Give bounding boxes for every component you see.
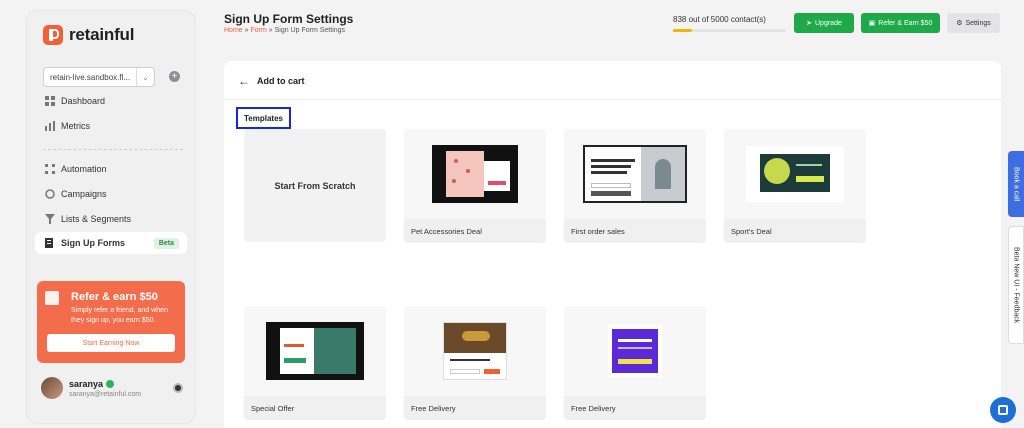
upgrade-button[interactable]: ➤ Upgrade	[794, 13, 854, 33]
back-label: Add to cart	[257, 76, 305, 86]
store-selector-value: retain-live.sandbox.fl...	[50, 72, 131, 82]
sidebar-item-label: Metrics	[61, 121, 90, 131]
add-store-icon[interactable]: +	[169, 71, 180, 82]
feedback-tab[interactable]: Beta New UI - Feedback	[1008, 226, 1024, 344]
contacts-usage-text: 838 out of 5000 contact(s)	[673, 15, 766, 24]
sidebar-item-label: Dashboard	[61, 96, 106, 106]
template-preview-image	[432, 145, 518, 203]
breadcrumb: Home » Form » Sign Up Form Settings	[224, 27, 345, 34]
refer-earn-button[interactable]: ▣ Refer & Earn $50	[861, 13, 940, 33]
user-profile[interactable]: saranya saranya@retainful.com	[41, 377, 141, 399]
referral-card: Refer & earn $50 Simply refer a friend, …	[37, 281, 185, 363]
rocket-icon: ➤	[806, 20, 812, 27]
sidebar-item-lists-segments[interactable]: Lists & Segments	[35, 208, 187, 230]
contacts-progress-bar	[673, 29, 786, 32]
beta-badge: Beta	[153, 237, 179, 249]
logo[interactable]: retainful	[43, 25, 134, 45]
template-card[interactable]: Sport's Deal	[724, 129, 866, 243]
template-name: Pet Accessories Deal	[404, 219, 546, 243]
settings-button[interactable]: ⚙ Settings	[947, 13, 1000, 33]
template-thumbnail	[564, 129, 706, 219]
template-card[interactable]: Pet Accessories Deal	[404, 129, 546, 243]
book-call-tab[interactable]: Book a call	[1008, 151, 1024, 217]
back-arrow-icon[interactable]: ←	[238, 74, 250, 88]
sidebar: retainful retain-live.sandbox.fl... ⌄ + …	[26, 10, 196, 424]
automation-icon	[45, 164, 55, 174]
page-title: Sign Up Form Settings	[224, 12, 354, 26]
template-card[interactable]: First order sales	[564, 129, 706, 243]
retainful-logo-icon	[43, 25, 63, 45]
chevron-down-icon: ⌄	[136, 68, 154, 86]
template-name: First order sales	[564, 219, 706, 243]
store-selector[interactable]: retain-live.sandbox.fl... ⌄	[43, 67, 155, 87]
template-thumbnail	[724, 129, 866, 219]
scratch-label: Start From Scratch	[274, 180, 356, 191]
contacts-progress-fill	[673, 29, 692, 32]
sidebar-divider	[43, 149, 183, 150]
sidebar-item-signup-forms[interactable]: Sign Up Forms Beta	[35, 232, 187, 254]
referral-description: Simply refer a friend, and when they sig…	[71, 307, 168, 324]
settings-label: Settings	[965, 19, 991, 27]
signup-forms-icon	[45, 238, 55, 248]
breadcrumb-home[interactable]: Home	[224, 27, 243, 34]
template-preview-image	[443, 322, 507, 380]
template-name: Free Delivery	[404, 396, 546, 420]
template-card[interactable]: Free Delivery	[564, 306, 706, 420]
dashboard-icon	[45, 96, 55, 106]
gift-icon: ▣	[868, 20, 876, 27]
verified-icon	[106, 379, 115, 388]
start-earning-button[interactable]: Start Earning Now	[47, 334, 175, 352]
template-card[interactable]: Special Offer	[244, 306, 386, 420]
template-thumbnail	[564, 306, 706, 396]
template-preview-image	[266, 322, 364, 380]
metrics-icon	[45, 121, 55, 131]
template-card[interactable]: Free Delivery	[404, 306, 546, 420]
book-call-label: Book a call	[1012, 166, 1020, 202]
referral-title: Refer & earn $50	[71, 291, 158, 303]
main-panel: ← Add to cart Templates Start From Scrat…	[224, 61, 1001, 428]
sidebar-item-label: Lists & Segments	[61, 214, 132, 224]
start-from-scratch-card[interactable]: Start From Scratch	[244, 129, 386, 242]
upgrade-label: Upgrade	[815, 19, 842, 27]
template-name: Sport's Deal	[724, 219, 866, 243]
sidebar-item-campaigns[interactable]: Campaigns	[35, 183, 187, 205]
template-preview-image	[583, 145, 687, 203]
template-preview-image	[746, 146, 844, 202]
feedback-label: Beta New UI - Feedback	[1012, 246, 1020, 324]
template-name: Special Offer	[244, 396, 386, 420]
campaigns-icon	[45, 189, 55, 199]
sidebar-item-metrics[interactable]: Metrics	[35, 115, 187, 137]
chat-icon[interactable]	[990, 397, 1016, 423]
lists-icon	[45, 214, 55, 224]
gear-icon[interactable]	[173, 383, 183, 393]
avatar	[41, 377, 63, 399]
breadcrumb-form[interactable]: Form	[250, 27, 266, 34]
template-thumbnail	[404, 129, 546, 219]
gear-icon: ⚙	[956, 20, 963, 27]
user-email: saranya@retainful.com	[69, 390, 142, 398]
templates-label: Templates	[236, 107, 291, 129]
template-thumbnail	[404, 306, 546, 396]
template-preview-image	[608, 325, 662, 377]
refer-label: Refer & Earn $50	[878, 19, 933, 27]
user-name: saranya	[69, 378, 104, 389]
logo-text: retainful	[69, 25, 135, 44]
sidebar-item-automation[interactable]: Automation	[35, 158, 187, 180]
sidebar-item-label: Sign Up Forms	[61, 238, 126, 248]
breadcrumb-current: Sign Up Form Settings	[274, 27, 346, 34]
gift-icon	[45, 291, 59, 305]
divider	[224, 99, 1001, 100]
sidebar-item-dashboard[interactable]: Dashboard	[35, 90, 187, 112]
sidebar-item-label: Campaigns	[61, 189, 107, 199]
template-thumbnail	[244, 306, 386, 396]
sidebar-item-label: Automation	[61, 164, 107, 174]
template-name: Free Delivery	[564, 396, 706, 420]
